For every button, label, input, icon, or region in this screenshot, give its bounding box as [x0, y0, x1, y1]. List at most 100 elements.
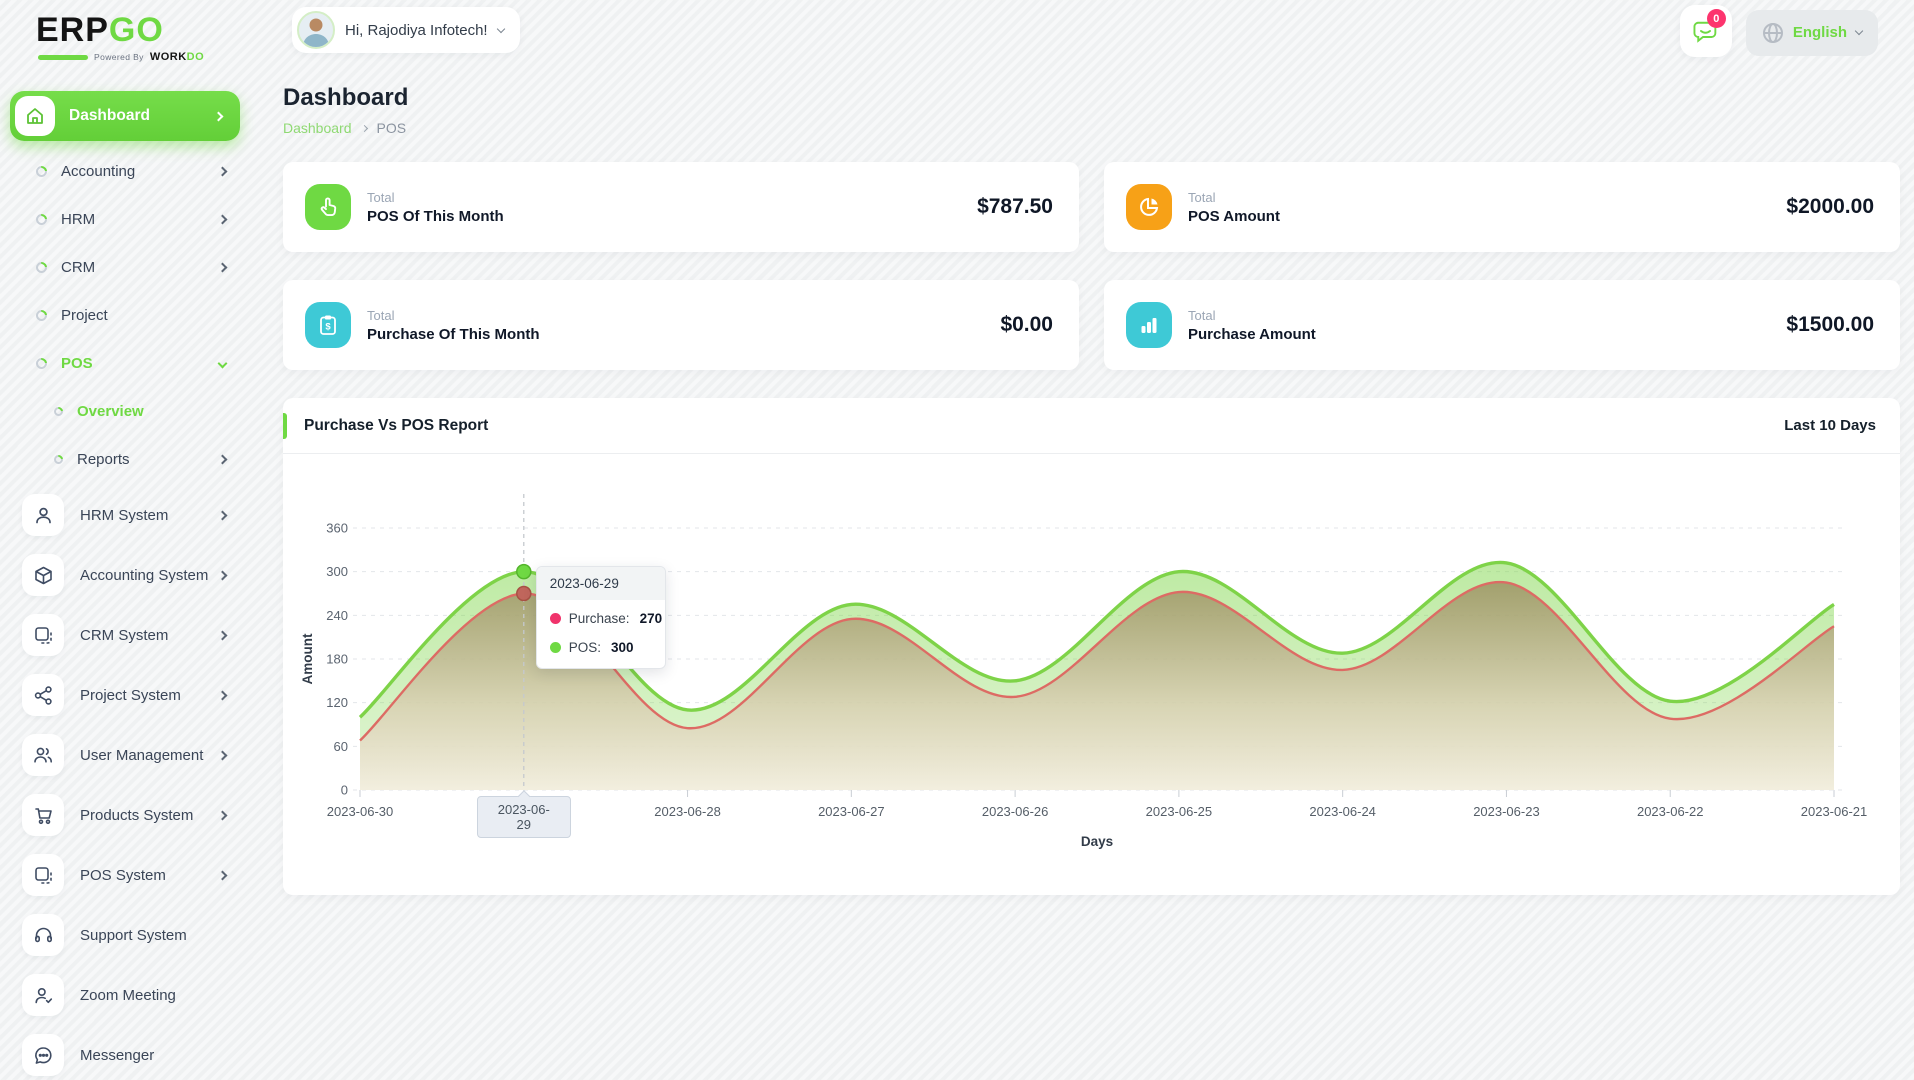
- sidebar-item-accounting-system[interactable]: Accounting System: [10, 547, 240, 603]
- logo-go: GO: [109, 11, 164, 49]
- stat-value: $787.50: [977, 195, 1053, 219]
- y-tick-label: 120: [326, 695, 348, 710]
- messages-button[interactable]: 0: [1680, 5, 1732, 57]
- sidebar-nav: Dashboard Accounting HRM CRM Project POS Overv…: [10, 91, 240, 1080]
- y-tick-label: 180: [326, 652, 348, 667]
- language-label: English: [1793, 24, 1847, 41]
- bullet-icon: [34, 356, 49, 371]
- x-tick-label: 2023-06-26: [982, 804, 1049, 819]
- chevron-right-icon: [218, 166, 228, 176]
- powered-brand: WORKDO: [150, 51, 204, 63]
- x-tick-label: 2023-06-23: [1473, 804, 1540, 819]
- sidebar-item-accounting[interactable]: Accounting: [10, 147, 240, 195]
- sidebar-item-hrm-system[interactable]: HRM System: [10, 487, 240, 543]
- chat-icon: [22, 1034, 64, 1076]
- stat-cards: TotalPOS Of This Month$787.50TotalPOS Am…: [283, 162, 1900, 370]
- sidebar-item-label: Messenger: [80, 1047, 226, 1064]
- x-tick-label: 2023-06-24: [1309, 804, 1376, 819]
- stat-card-purchase-amount: TotalPurchase Amount$1500.00: [1104, 280, 1900, 370]
- sidebar-item-dashboard[interactable]: Dashboard: [10, 91, 240, 141]
- chevron-down-icon: [496, 24, 504, 32]
- stat-label: Total: [1188, 308, 1786, 323]
- chevron-right-icon: [218, 810, 228, 820]
- clipboard-icon: $: [305, 302, 351, 348]
- chart-header: Purchase Vs POS Report Last 10 Days: [283, 398, 1900, 454]
- tap-icon: [305, 184, 351, 230]
- tooltip-rows: Purchase:270 POS: 300: [537, 600, 665, 668]
- sidebar-item-label: User Management: [80, 747, 219, 764]
- stat-card-pos-amount: TotalPOS Amount$2000.00: [1104, 162, 1900, 252]
- message-count-badge: 0: [1707, 9, 1726, 28]
- stat-title: POS Amount: [1188, 208, 1786, 225]
- cards-icon: [22, 614, 64, 656]
- sidebar-item-label: Zoom Meeting: [80, 987, 226, 1004]
- logo-subline: Powered By WORKDO: [38, 51, 240, 63]
- breadcrumb-dashboard-link[interactable]: Dashboard: [283, 120, 352, 136]
- bullet-icon: [34, 164, 49, 179]
- sidebar-item-project[interactable]: Project: [10, 291, 240, 339]
- sidebar-item-messenger[interactable]: Messenger: [10, 1027, 240, 1080]
- breadcrumb-current: POS: [377, 120, 407, 136]
- chart-range-label: Last 10 Days: [1784, 417, 1876, 434]
- chevron-right-icon: [218, 750, 228, 760]
- stat-value: $1500.00: [1786, 313, 1874, 337]
- sidebar-item-label: POS System: [80, 867, 219, 884]
- stat-title: POS Of This Month: [367, 208, 977, 225]
- chevron-right-icon: [218, 454, 228, 464]
- tooltip-row-purchase: Purchase:270: [537, 604, 665, 633]
- language-selector[interactable]: English: [1746, 10, 1878, 56]
- chevron-down-icon: [218, 358, 228, 368]
- headset-icon: [22, 914, 64, 956]
- sidebar-item-reports[interactable]: Reports: [10, 435, 240, 483]
- tooltip-row-pos: POS: 300: [537, 633, 665, 662]
- tooltip-series-label: POS:: [569, 640, 601, 655]
- x-tick-label: 2023-06-27: [818, 804, 885, 819]
- bullet-icon: [52, 453, 65, 466]
- sidebar-item-products-system[interactable]: Products System: [10, 787, 240, 843]
- svg-text:$: $: [325, 322, 331, 333]
- chart-title: Purchase Vs POS Report: [304, 417, 488, 435]
- sidebar-item-pos[interactable]: POS: [10, 339, 240, 387]
- x-tick-label: 2023-06-30: [327, 804, 394, 819]
- sidebar-item-label: CRM: [61, 259, 219, 276]
- breadcrumb: Dashboard POS: [283, 120, 1900, 136]
- sidebar-item-label: Overview: [77, 403, 226, 420]
- y-tick-label: 0: [341, 783, 348, 798]
- powered-do: DO: [187, 51, 205, 63]
- logo-underline-bar: [38, 55, 88, 60]
- sidebar-item-crm[interactable]: CRM: [10, 243, 240, 291]
- sidebar-item-label: Project System: [80, 687, 219, 704]
- highlight-date: 2023-06-29: [498, 802, 550, 832]
- sidebar-item-hrm[interactable]: HRM: [10, 195, 240, 243]
- user-check-icon: [22, 974, 64, 1016]
- main-content: Dashboard Dashboard POS TotalPOS Of This…: [283, 84, 1900, 895]
- pos-marker-dot: [517, 565, 531, 579]
- sidebar-item-label: Dashboard: [69, 107, 215, 125]
- sidebar-item-label: HRM System: [80, 507, 219, 524]
- header-accent-bar: [283, 413, 287, 439]
- sidebar-item-label: Project: [61, 307, 226, 324]
- share-icon: [22, 674, 64, 716]
- sidebar-item-project-system[interactable]: Project System: [10, 667, 240, 723]
- sidebar-item-pos-system[interactable]: POS System: [10, 847, 240, 903]
- bars-icon: [1126, 302, 1172, 348]
- chevron-right-icon: [218, 690, 228, 700]
- sidebar-item-label: Accounting System: [80, 567, 219, 584]
- sidebar-item-crm-system[interactable]: CRM System: [10, 607, 240, 663]
- app-logo[interactable]: ERPGO Powered By WORKDO: [36, 12, 240, 63]
- sidebar-item-zoom-meeting[interactable]: Zoom Meeting: [10, 967, 240, 1023]
- purchase-vs-pos-card: Purchase Vs POS Report Last 10 Days 0601…: [283, 398, 1900, 895]
- stat-card-purchase-of-this-month: $TotalPurchase Of This Month$0.00: [283, 280, 1079, 370]
- tooltip-series-value: 300: [611, 640, 634, 655]
- sidebar-item-support-system[interactable]: Support System: [10, 907, 240, 963]
- bullet-icon: [34, 212, 49, 227]
- user-menu-button[interactable]: Hi, Rajodiya Infotech!: [292, 7, 520, 53]
- stat-card-pos-of-this-month: TotalPOS Of This Month$787.50: [283, 162, 1079, 252]
- sidebar-item-label: Products System: [80, 807, 219, 824]
- sidebar-item-user-management[interactable]: User Management: [10, 727, 240, 783]
- chevron-right-icon: [218, 570, 228, 580]
- sidebar-item-label: HRM: [61, 211, 219, 228]
- highlighted-x-label: 2023-06-29: [477, 796, 571, 838]
- chart-body: 0601201802403003602023-06-302023-06-2820…: [283, 454, 1900, 894]
- sidebar-item-overview[interactable]: Overview: [10, 387, 240, 435]
